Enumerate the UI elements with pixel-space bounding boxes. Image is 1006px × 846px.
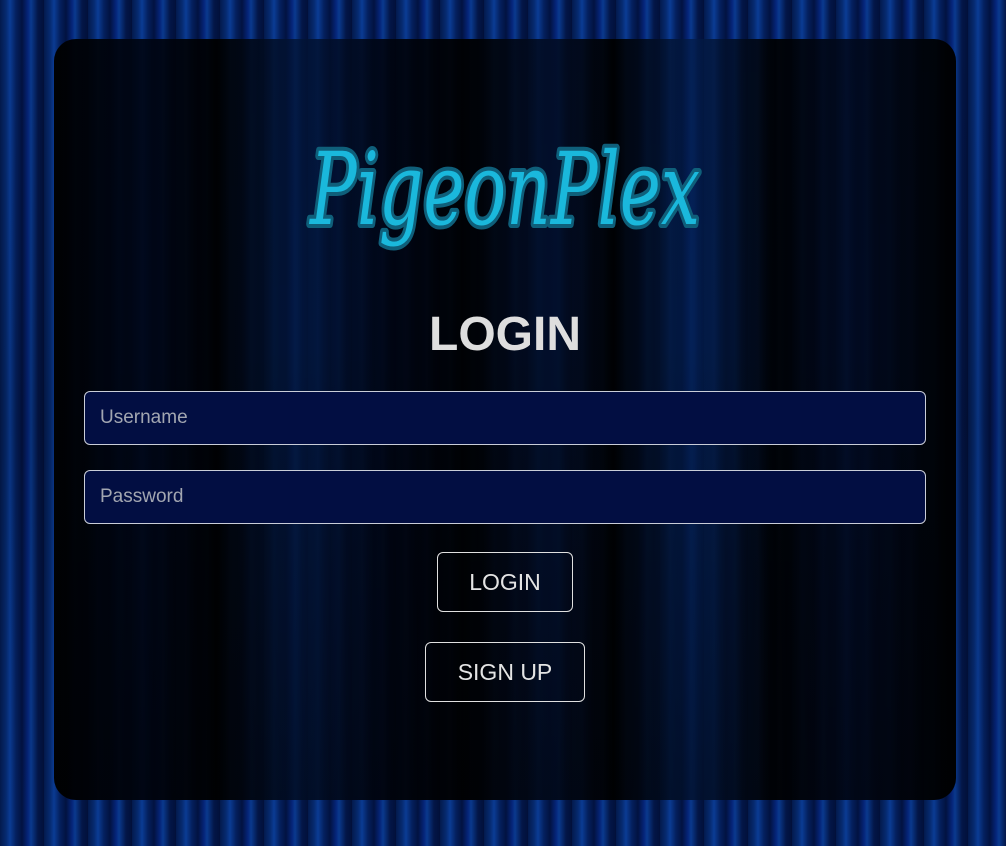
username-input[interactable] <box>84 391 926 445</box>
logo: PigeonPlex PigeonPlex <box>54 109 956 269</box>
login-button[interactable]: LOGIN <box>437 552 573 612</box>
login-panel: PigeonPlex PigeonPlex LOGIN LOGIN SIGN U… <box>54 39 956 800</box>
pigeonplex-logo-image: PigeonPlex PigeonPlex <box>305 127 704 252</box>
logo-text: PigeonPlex <box>309 131 700 248</box>
sign-up-button[interactable]: SIGN UP <box>425 642 585 702</box>
password-input[interactable] <box>84 470 926 524</box>
page-title: LOGIN <box>429 308 581 361</box>
